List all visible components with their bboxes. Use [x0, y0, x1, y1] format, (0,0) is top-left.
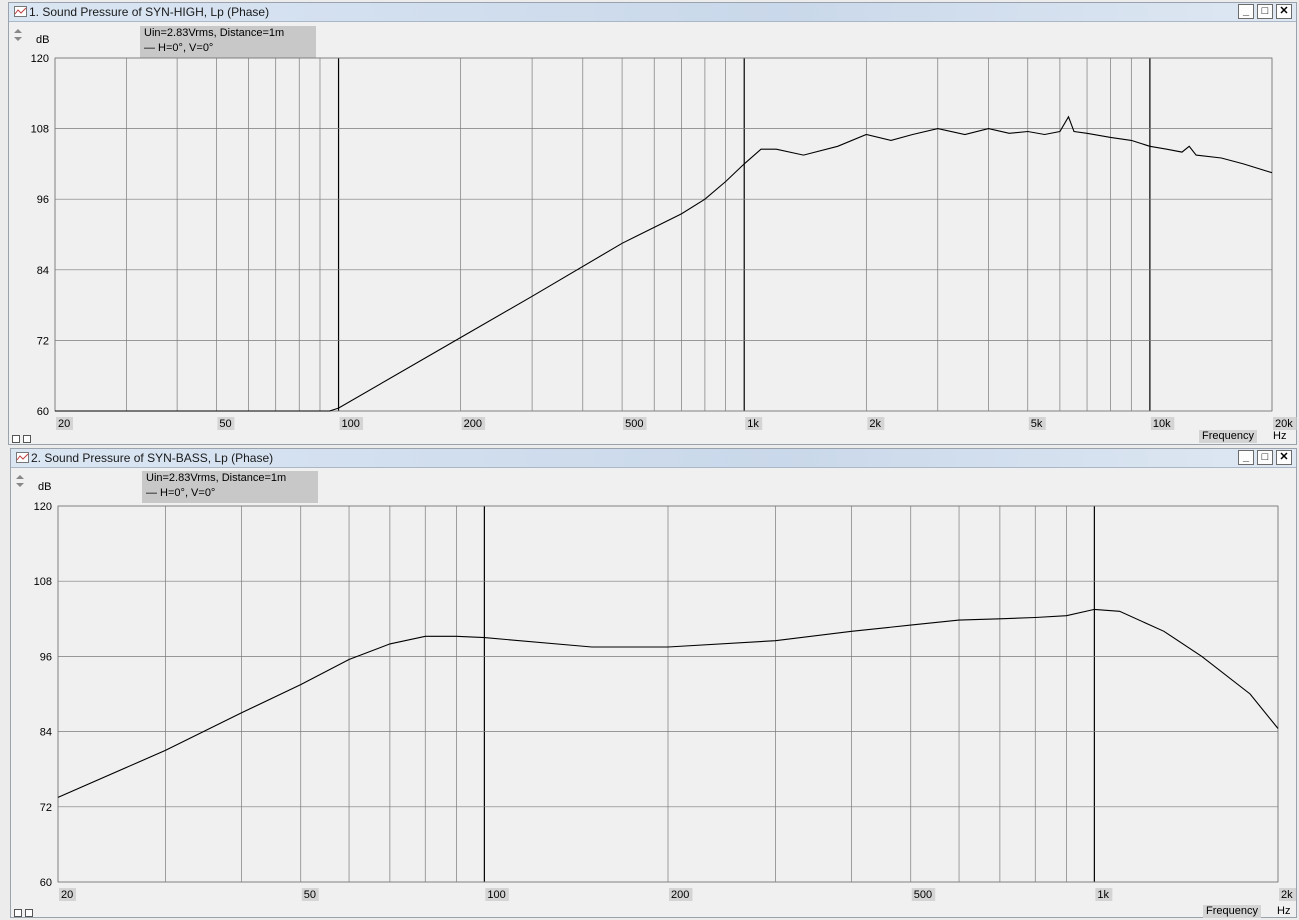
x-tick-label: 2k	[1279, 888, 1296, 901]
plot-area: Uin=2.83Vrms, Distance=1m — H=0°, V=0° d…	[9, 22, 1297, 444]
series-line	[55, 115, 1273, 412]
maximize-button[interactable]: □	[1257, 450, 1273, 465]
cursor-toggle-icon[interactable]	[25, 909, 33, 917]
title-bar[interactable]: 2. Sound Pressure of SYN-BASS, Lp (Phase…	[11, 449, 1296, 468]
plot-area: Uin=2.83Vrms, Distance=1m — H=0°, V=0° d…	[11, 468, 1296, 918]
cursor-toggle-icon[interactable]	[23, 435, 31, 443]
x-axis-label: Frequency	[1199, 430, 1257, 443]
chart-window-icon	[14, 6, 27, 17]
x-tick-label-text: 2k	[1281, 889, 1293, 901]
x-tick-label-text: 500	[914, 889, 932, 901]
x-tick-label-text: 20	[58, 418, 70, 430]
x-tick-label-text: 100	[342, 418, 360, 430]
y-tick-label: 84	[40, 727, 52, 739]
x-tick-label: 20k	[1273, 417, 1297, 430]
minimize-button[interactable]: _	[1238, 450, 1254, 465]
y-tick-label: 72	[40, 802, 52, 814]
y-tick-label: 96	[37, 194, 49, 206]
x-tick-label: 10k	[1150, 417, 1175, 430]
x-tick-label-text: 200	[464, 418, 482, 430]
x-tick-label-text: 1k	[747, 418, 759, 430]
x-tick-label: 100	[485, 888, 509, 901]
x-tick-label-text: 10k	[1153, 418, 1171, 430]
y-tick-label: 108	[34, 576, 52, 588]
x-tick-label: 20	[56, 417, 73, 430]
frequency-response-chart: 60 72 84 96 108 120 20 50 100 200 500 1k 2k 5k 10k 20k	[31, 53, 1297, 430]
zoom-reset-icon[interactable]	[14, 909, 22, 917]
y-tick-label: 72	[37, 335, 49, 347]
x-tick-label-text: 50	[304, 889, 316, 901]
x-tick-label: 100	[339, 417, 364, 430]
x-tick-label-text: 20k	[1275, 418, 1293, 430]
x-tick-label-text: 500	[625, 418, 643, 430]
x-tick-label-text: 5k	[1031, 418, 1043, 430]
x-tick-label-text: 100	[487, 889, 505, 901]
x-tick-label-text: 2k	[869, 418, 881, 430]
close-button[interactable]: ✕	[1276, 450, 1292, 465]
x-tick-label-text: 50	[219, 418, 231, 430]
y-tick-label: 60	[37, 406, 49, 418]
x-tick-label: 200	[669, 888, 693, 901]
x-axis-label: Frequency	[1203, 905, 1261, 918]
y-tick-label: 120	[34, 501, 52, 513]
title-bar[interactable]: 1. Sound Pressure of SYN-HIGH, Lp (Phase…	[9, 3, 1296, 22]
x-tick-label: 2k	[867, 417, 885, 430]
y-tick-label: 60	[40, 877, 52, 889]
maximize-button[interactable]: □	[1257, 4, 1273, 19]
x-tick-label-text: 20	[61, 889, 73, 901]
x-tick-label: 5k	[1028, 417, 1046, 430]
x-tick-label: 200	[461, 417, 486, 430]
plot-frame	[54, 57, 1273, 412]
zoom-reset-icon[interactable]	[12, 435, 20, 443]
x-tick-label: 1k	[745, 417, 763, 430]
y-tick-label: 108	[31, 124, 49, 136]
window-title: 2. Sound Pressure of SYN-BASS, Lp (Phase…	[31, 451, 274, 465]
x-tick-label: 500	[911, 888, 936, 901]
x-tick-label: 20	[59, 888, 76, 901]
x-tick-label: 50	[301, 888, 319, 901]
chart-window-syn-high: 1. Sound Pressure of SYN-HIGH, Lp (Phase…	[8, 2, 1297, 445]
y-tick-label: 120	[31, 53, 49, 65]
x-tick-label: 50	[217, 417, 235, 430]
y-tick-label: 84	[37, 265, 49, 277]
x-tick-label: 1k	[1095, 888, 1113, 901]
x-axis-unit: Hz	[1273, 430, 1287, 442]
x-axis-unit: Hz	[1277, 905, 1291, 917]
y-tick-label: 96	[40, 651, 52, 663]
minimize-button[interactable]: _	[1238, 4, 1254, 19]
x-tick-label: 500	[623, 417, 647, 430]
chart-window-icon	[16, 452, 29, 463]
x-tick-label-text: 1k	[1097, 889, 1109, 901]
window-title: 1. Sound Pressure of SYN-HIGH, Lp (Phase…	[29, 5, 270, 19]
x-tick-label-text: 200	[671, 889, 689, 901]
close-button[interactable]: ✕	[1276, 4, 1292, 19]
frequency-response-chart: 60 72 84 96 108 120 20 50 100 200 500 1k 2k	[34, 501, 1296, 901]
chart-window-syn-bass: 2. Sound Pressure of SYN-BASS, Lp (Phase…	[10, 448, 1297, 918]
